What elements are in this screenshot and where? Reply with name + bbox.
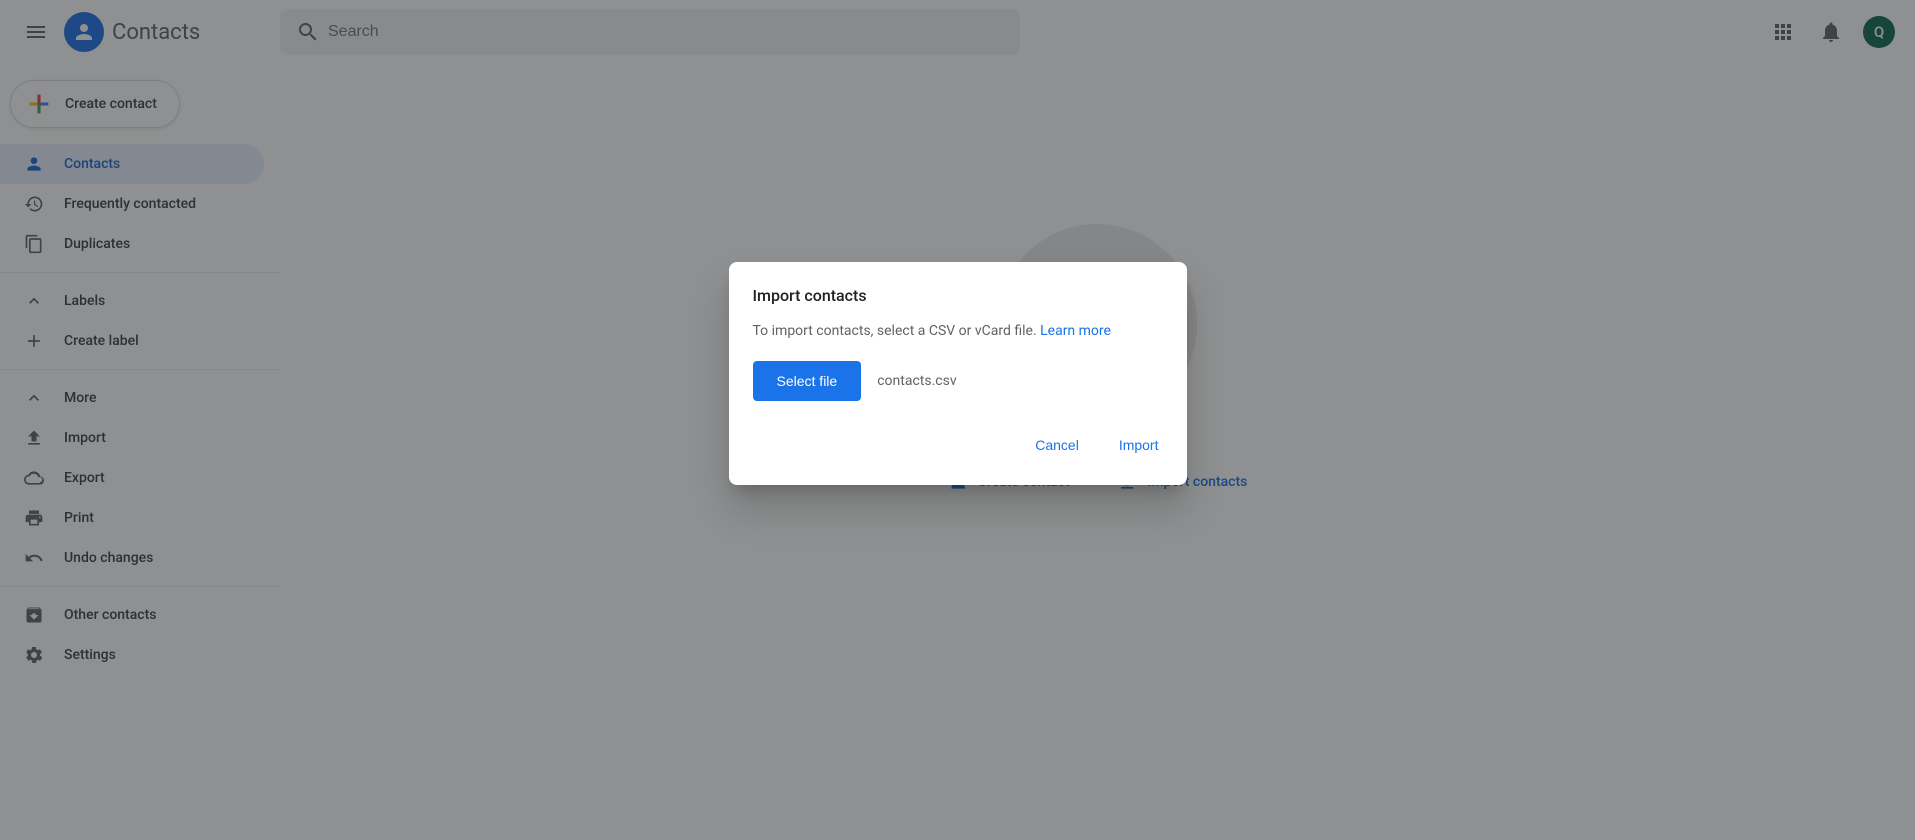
- dialog-title: Import contacts: [753, 286, 1163, 305]
- modal-overlay[interactable]: Import contacts To import contacts, sele…: [0, 0, 1915, 840]
- cancel-button[interactable]: Cancel: [1031, 429, 1083, 461]
- dialog-actions: Cancel Import: [753, 429, 1163, 461]
- selected-filename: contacts.csv: [877, 373, 956, 389]
- import-button[interactable]: Import: [1115, 429, 1163, 461]
- learn-more-link[interactable]: Learn more: [1040, 323, 1111, 339]
- import-contacts-dialog: Import contacts To import contacts, sele…: [729, 262, 1187, 485]
- dialog-description: To import contacts, select a CSV or vCar…: [753, 321, 1163, 341]
- dialog-text: To import contacts, select a CSV or vCar…: [753, 323, 1041, 339]
- file-select-row: Select file contacts.csv: [753, 361, 1163, 401]
- select-file-button[interactable]: Select file: [753, 361, 862, 401]
